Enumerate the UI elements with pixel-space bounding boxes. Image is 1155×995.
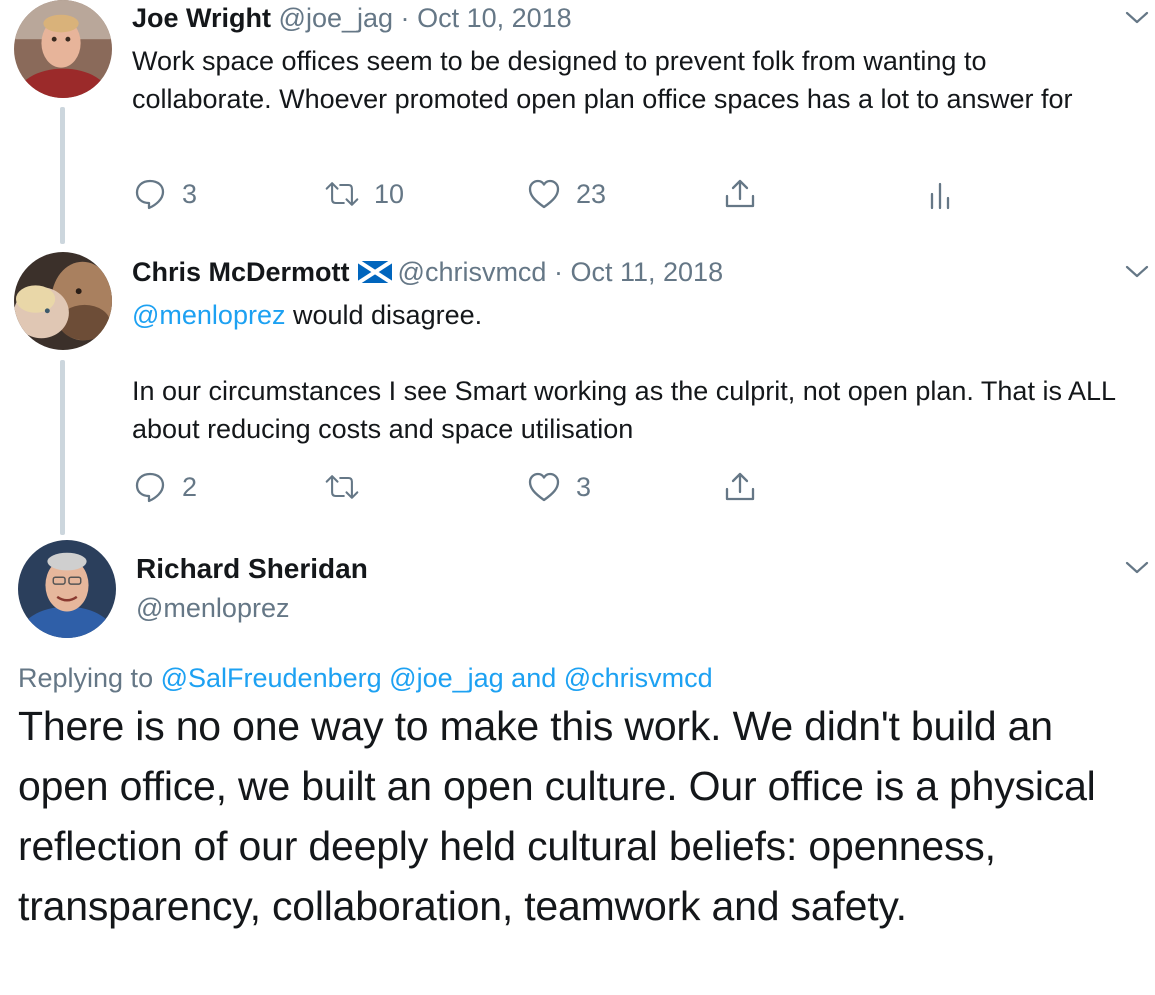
separator: · xyxy=(553,257,563,287)
replying-to: Replying to @SalFreudenberg @joe_jag and… xyxy=(18,660,713,696)
retweet-button[interactable]: 10 xyxy=(324,174,404,214)
user-name[interactable]: Joe Wright xyxy=(132,3,271,33)
tweet-text: Work space offices seem to be designed t… xyxy=(132,46,1073,114)
reply-button[interactable]: 3 xyxy=(132,174,197,214)
share-icon xyxy=(725,472,755,501)
chevron-down-icon[interactable] xyxy=(1122,558,1152,578)
retweet-count: 10 xyxy=(374,178,405,209)
main-tweet-text: There is no one way to make this work. W… xyxy=(18,703,1096,929)
analytics-icon xyxy=(930,182,950,210)
retweet-icon xyxy=(325,182,359,206)
reply-icon xyxy=(135,179,165,210)
mention-link[interactable]: @SalFreudenberg xyxy=(161,663,382,693)
user-handle[interactable]: @menloprez xyxy=(136,592,289,624)
user-name[interactable]: Chris McDermott xyxy=(132,257,350,287)
thread-line xyxy=(60,360,65,535)
share-button[interactable] xyxy=(722,467,758,507)
tweet-text: @menloprez would disagree. xyxy=(132,296,1132,334)
tweet-actions: 3 10 23 xyxy=(132,174,982,214)
mention-conjunction[interactable]: and xyxy=(511,663,556,693)
reply-button[interactable]: 2 xyxy=(132,467,197,507)
tweet-header: Joe Wright @joe_jag · Oct 10, 2018 xyxy=(132,2,572,34)
mention-link[interactable]: @joe_jag xyxy=(389,663,504,693)
tweet-date[interactable]: Oct 11, 2018 xyxy=(570,257,723,287)
reply-icon xyxy=(135,472,165,503)
avatar[interactable] xyxy=(18,540,116,638)
replying-prefix: Replying to xyxy=(18,663,161,693)
tweet-text-paragraph: In our circumstances I see Smart working… xyxy=(132,376,1115,444)
heart-icon xyxy=(528,472,560,502)
like-button[interactable]: 23 xyxy=(526,174,606,214)
user-name[interactable]: Richard Sheridan xyxy=(136,552,368,586)
separator: · xyxy=(400,3,410,33)
like-count: 3 xyxy=(576,471,592,502)
tweet-actions: 2 3 xyxy=(132,467,982,507)
reply-count: 2 xyxy=(182,471,198,502)
analytics-button[interactable] xyxy=(922,174,958,214)
tweet-text-line: would disagree. xyxy=(285,300,483,330)
chevron-down-icon[interactable] xyxy=(1122,262,1152,282)
chevron-down-icon[interactable] xyxy=(1122,8,1152,28)
scotland-flag-icon xyxy=(357,261,392,283)
thread-line xyxy=(60,107,65,244)
retweet-icon xyxy=(325,475,359,499)
share-button[interactable] xyxy=(722,174,758,214)
retweet-button[interactable] xyxy=(324,467,374,507)
mention-link[interactable]: @chrisvmcd xyxy=(564,663,713,693)
reply-count: 3 xyxy=(182,178,198,209)
user-handle[interactable]: @joe_jag xyxy=(279,3,394,33)
tweet-date[interactable]: Oct 10, 2018 xyxy=(417,3,572,33)
like-button[interactable]: 3 xyxy=(526,467,591,507)
share-icon xyxy=(725,179,755,208)
mention-link[interactable]: @menloprez xyxy=(132,300,285,330)
heart-icon xyxy=(528,179,560,209)
tweet-header: Chris McDermott @chrisvmcd · Oct 11, 201… xyxy=(132,256,723,288)
like-count: 23 xyxy=(576,178,607,209)
avatar[interactable] xyxy=(14,0,112,98)
user-handle[interactable]: @chrisvmcd xyxy=(398,257,547,287)
avatar[interactable] xyxy=(14,252,112,350)
